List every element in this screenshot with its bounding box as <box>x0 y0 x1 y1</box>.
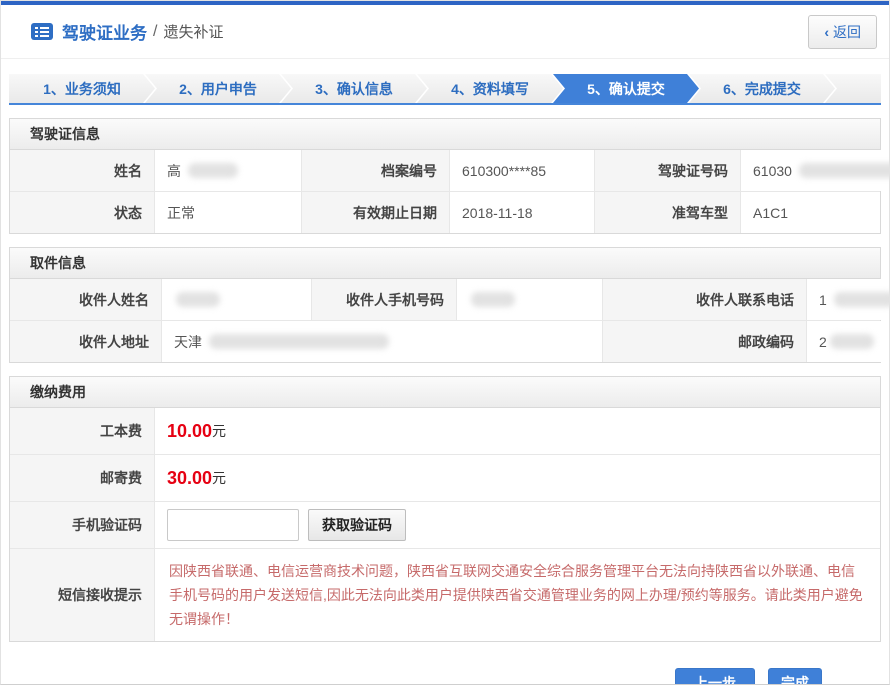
postal-code-value: 2 <box>807 321 886 362</box>
payment-section-title: 缴纳费用 <box>10 377 880 408</box>
vehicle-class-label: 准驾车型 <box>595 192 741 233</box>
recipient-phone-label: 收件人联系电话 <box>603 279 807 320</box>
step-4-fill-data: 4、资料填写 <box>417 74 563 103</box>
recipient-address-value: 天津 <box>162 321 603 362</box>
valid-until-label: 有效期止日期 <box>302 192 450 233</box>
valid-until-value: 2018-11-18 <box>450 192 595 233</box>
file-number-value: 610300****85 <box>450 150 595 191</box>
step-2-declare: 2、用户申告 <box>145 74 291 103</box>
currency-unit: 元 <box>212 468 226 488</box>
recipient-phone-value: 1 <box>807 279 890 320</box>
redacted-blur <box>209 334 389 349</box>
sms-notice-cell: 因陕西省联通、电信运营商技术问题，陕西省互联网交通安全综合服务管理平台无法向持陕… <box>155 549 880 641</box>
redacted-blur <box>188 163 238 178</box>
redacted-blur <box>834 292 890 307</box>
back-button-label: 返回 <box>833 24 861 40</box>
table-row: 手机验证码 获取验证码 <box>10 501 880 548</box>
payment-section: 缴纳费用 工本费 10.00元 邮寄费 30.00元 手机验证码 获取验证码 短… <box>9 376 881 642</box>
recipient-address-label: 收件人地址 <box>10 321 162 362</box>
finish-button[interactable]: 完成 <box>768 668 822 685</box>
back-chevron-icon: ‹ <box>824 24 829 40</box>
recipient-mobile-value <box>457 279 603 320</box>
recipient-name-value <box>162 279 312 320</box>
name-label: 姓名 <box>10 150 155 191</box>
step-1-notice: 1、业务须知 <box>9 74 155 103</box>
step-6-complete: 6、完成提交 <box>689 74 835 103</box>
mailing-fee-value: 30.00元 <box>155 455 880 501</box>
table-row: 工本费 10.00元 <box>10 408 880 454</box>
redacted-blur <box>176 292 220 307</box>
vehicle-class-value: A1C1 <box>741 192 880 233</box>
mailing-fee-label: 邮寄费 <box>10 455 155 501</box>
currency-unit: 元 <box>212 421 226 441</box>
production-fee-value: 10.00元 <box>155 408 880 454</box>
license-number-value: 61030 <box>741 150 890 191</box>
table-row: 收件人姓名 收件人手机号码 收件人联系电话 1 <box>10 279 880 320</box>
step-3-confirm-info: 3、确认信息 <box>281 74 427 103</box>
breadcrumb-separator: / <box>153 23 157 41</box>
sms-notice-label: 短信接收提示 <box>10 549 155 641</box>
license-info-section: 驾驶证信息 姓名 高 档案编号 610300****85 驾驶证号码 61030… <box>9 118 881 234</box>
status-label: 状态 <box>10 192 155 233</box>
sms-notice-text: 因陕西省联通、电信运营商技术问题，陕西省互联网交通安全综合服务管理平台无法向持陕… <box>155 549 880 641</box>
pickup-section-title: 取件信息 <box>10 248 880 279</box>
name-value: 高 <box>155 150 302 191</box>
list-menu-icon <box>31 23 53 40</box>
back-button[interactable]: ‹返回 <box>808 15 877 49</box>
sms-code-label: 手机验证码 <box>10 502 155 548</box>
step-5-confirm-submit-active: 5、确认提交 <box>553 74 699 103</box>
page-title: 驾驶证业务 <box>62 19 147 44</box>
page: 驾驶证业务 / 遗失补证 ‹返回 1、业务须知 2、用户申告 3、确认信息 4、… <box>0 0 890 685</box>
file-number-label: 档案编号 <box>302 150 450 191</box>
get-sms-code-button[interactable]: 获取验证码 <box>308 509 406 541</box>
recipient-mobile-label: 收件人手机号码 <box>312 279 457 320</box>
bottom-actions: 上一步 完成 <box>9 668 881 685</box>
fee-amount: 30.00 <box>167 468 212 489</box>
redacted-blur <box>471 292 515 307</box>
breadcrumb-current: 遗失补证 <box>163 21 223 42</box>
redacted-blur <box>799 163 890 178</box>
sms-code-cell: 获取验证码 <box>155 502 880 548</box>
status-value: 正常 <box>155 192 302 233</box>
redacted-blur <box>830 334 874 349</box>
license-number-label: 驾驶证号码 <box>595 150 741 191</box>
step-progress-bar: 1、业务须知 2、用户申告 3、确认信息 4、资料填写 5、确认提交 6、完成提… <box>9 74 881 105</box>
table-row: 短信接收提示 因陕西省联通、电信运营商技术问题，陕西省互联网交通安全综合服务管理… <box>10 548 880 641</box>
postal-code-label: 邮政编码 <box>603 321 807 362</box>
pickup-info-section: 取件信息 收件人姓名 收件人手机号码 收件人联系电话 1 收件人地址 天津 邮政… <box>9 247 881 363</box>
table-row: 邮寄费 30.00元 <box>10 454 880 501</box>
table-row: 状态 正常 有效期止日期 2018-11-18 准驾车型 A1C1 <box>10 191 880 233</box>
fee-amount: 10.00 <box>167 421 212 442</box>
previous-step-button[interactable]: 上一步 <box>675 668 755 685</box>
table-row: 姓名 高 档案编号 610300****85 驾驶证号码 61030 <box>10 150 880 191</box>
production-fee-label: 工本费 <box>10 408 155 454</box>
sms-code-input[interactable] <box>167 509 299 541</box>
recipient-name-label: 收件人姓名 <box>10 279 162 320</box>
license-section-title: 驾驶证信息 <box>10 119 880 150</box>
table-row: 收件人地址 天津 邮政编码 2 <box>10 320 880 362</box>
page-header: 驾驶证业务 / 遗失补证 ‹返回 <box>1 5 889 59</box>
